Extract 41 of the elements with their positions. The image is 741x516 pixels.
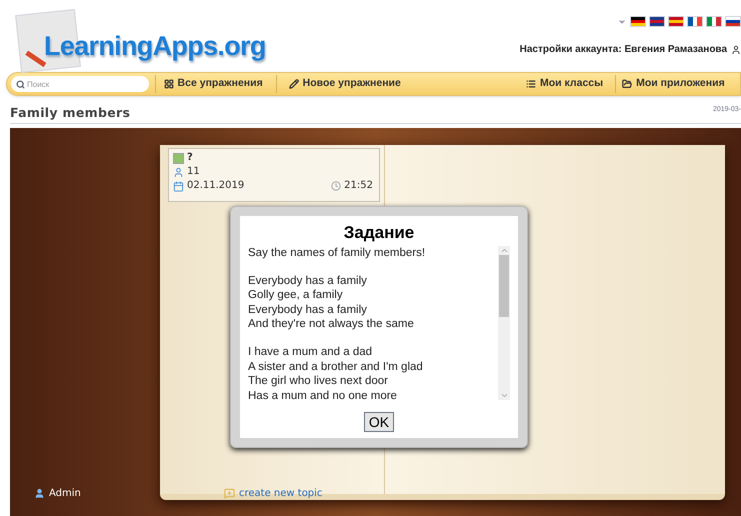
- task-text-line: A sister and a brother and I'm glad: [248, 360, 424, 374]
- search-icon: [16, 80, 25, 89]
- search-field[interactable]: Поиск: [11, 76, 149, 92]
- calendar-icon: [173, 180, 184, 192]
- nav-menu-item[interactable]: Новое упражнение: [288, 76, 515, 92]
- task-text-line: Has a mum and no one more: [248, 388, 398, 404]
- app-icon: [173, 152, 184, 164]
- count-text: 11: [187, 165, 200, 179]
- user-icon: [173, 166, 184, 178]
- flag-icon[interactable]: [725, 16, 741, 27]
- user-name: Admin: [49, 487, 81, 501]
- account-settings-link[interactable]: Настройки аккаунта: Евгения Рамазанова: [520, 42, 727, 57]
- task-text-line: Everybody has a family: [248, 274, 368, 288]
- task-text-line: I have a mum and a dad: [248, 344, 374, 360]
- flag-icon[interactable]: [649, 16, 665, 27]
- task-text-line: Say the names of family members!: [248, 246, 426, 261]
- grid-icon: [164, 79, 174, 89]
- logo-text[interactable]: LearningApps.org: [44, 26, 266, 66]
- time-text: 21:52: [344, 179, 373, 193]
- task-text-line: Golly gee, a family: [248, 288, 344, 303]
- user-icon: [731, 44, 741, 54]
- flag-icon[interactable]: [630, 16, 646, 27]
- nav-menu-item[interactable]: Все упражнения: [164, 76, 270, 92]
- list-icon: [526, 79, 536, 89]
- task-text-line: The girl who lives next door: [248, 374, 389, 389]
- dialog-title: Задание: [344, 222, 414, 244]
- task-text-line: Everybody has a family: [248, 302, 368, 318]
- nav-menu-item[interactable]: Мои классы: [514, 76, 610, 92]
- task-text-line: And they're not always the same: [248, 317, 415, 332]
- comment-icon: [224, 488, 235, 499]
- nav-menu-item[interactable]: Мои приложения: [622, 76, 740, 92]
- clock-icon: [331, 181, 342, 191]
- create-topic-link[interactable]: create new topic: [239, 486, 322, 501]
- date-text: 02.11.2019: [187, 179, 244, 193]
- flag-icon[interactable]: [687, 16, 703, 27]
- status-text: ?: [187, 151, 193, 165]
- folder-icon: [622, 79, 632, 89]
- page-title: Family members: [10, 104, 130, 122]
- pencil-icon: [288, 79, 299, 89]
- user-icon: [34, 488, 45, 499]
- ok-button[interactable]: OK: [364, 412, 394, 432]
